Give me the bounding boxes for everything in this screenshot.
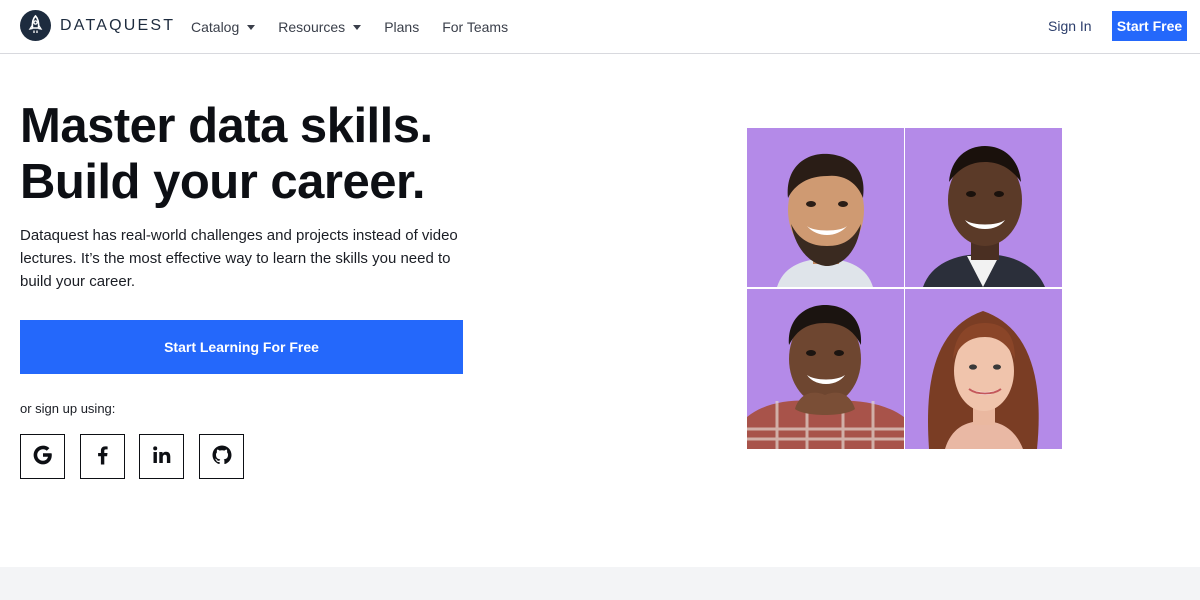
nav-item-for-teams[interactable]: For Teams	[442, 19, 508, 35]
nav-item-label: For Teams	[442, 18, 509, 35]
dataquest-logo[interactable]: DATAQUEST	[20, 10, 175, 41]
nav-item-plans[interactable]: Plans	[384, 19, 419, 35]
facebook-icon	[91, 443, 115, 470]
main-nav: Catalog Resources Plans For Teams	[191, 0, 531, 53]
social-signup-row	[20, 434, 259, 479]
logo-text: DATAQUEST	[60, 16, 176, 34]
signup-label: or sign up using:	[20, 401, 116, 416]
caret-down-icon	[247, 25, 256, 30]
headline-line-2: Build your career.	[20, 155, 425, 209]
facebook-signup-button[interactable]	[80, 434, 125, 479]
hero-headline: Master data skills. Build your career.	[20, 98, 540, 210]
rocket-icon	[20, 10, 51, 41]
sign-in-link[interactable]: Sign In	[1048, 18, 1092, 34]
site-header: DATAQUEST Catalog Resources Plans For Te…	[0, 0, 1200, 54]
nav-item-resources[interactable]: Resources	[278, 18, 362, 35]
learner-photo	[747, 289, 904, 449]
github-icon	[210, 443, 234, 470]
learner-photo	[905, 289, 1062, 449]
footer-band	[0, 567, 1200, 600]
start-free-button[interactable]: Start Free	[1112, 11, 1187, 41]
start-learning-button[interactable]: Start Learning For Free	[20, 320, 463, 374]
github-signup-button[interactable]	[199, 434, 244, 479]
nav-item-label: Catalog	[191, 18, 240, 35]
nav-item-label: Plans	[384, 18, 420, 35]
learner-photo	[747, 128, 904, 287]
caret-down-icon	[353, 25, 362, 30]
linkedin-icon	[150, 443, 174, 470]
nav-item-catalog[interactable]: Catalog	[191, 18, 256, 35]
learner-photo-grid	[747, 128, 1062, 449]
linkedin-signup-button[interactable]	[139, 434, 184, 479]
google-signup-button[interactable]	[20, 434, 65, 479]
learner-photo	[905, 128, 1062, 287]
google-icon	[31, 443, 55, 470]
nav-item-label: Resources	[278, 18, 346, 35]
hero-description: Dataquest has real-world challenges and …	[20, 227, 458, 290]
headline-line-1: Master data skills.	[20, 99, 433, 153]
